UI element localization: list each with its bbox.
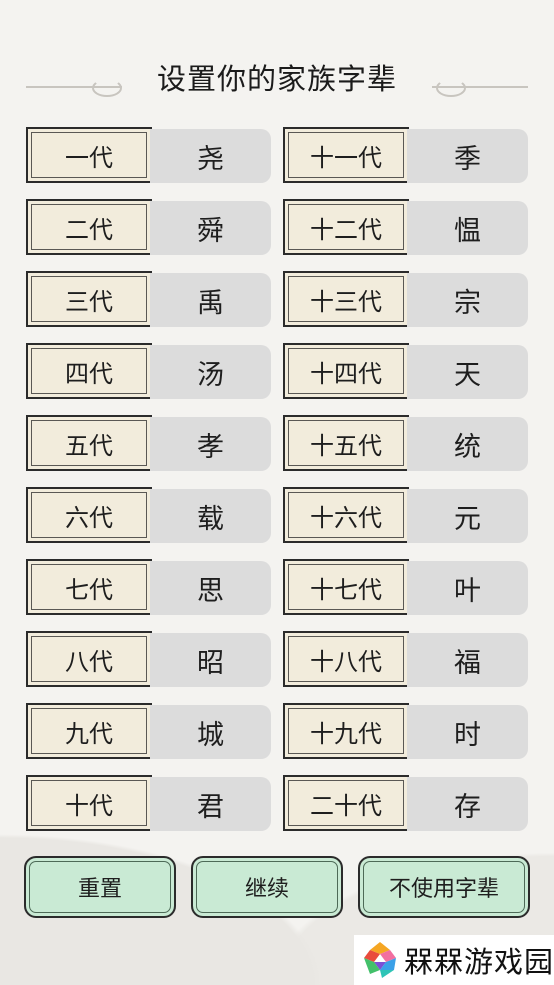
generation-cell: 七代 思 [26, 559, 271, 617]
generation-value-field[interactable]: 禹 [150, 273, 271, 327]
generation-cell: 十三代 宗 [283, 271, 528, 329]
generation-label: 十九代 [283, 703, 409, 759]
generation-cell: 十七代 叶 [283, 559, 528, 617]
generation-cell: 一代 尧 [26, 127, 271, 185]
generation-value-field[interactable]: 愠 [407, 201, 528, 255]
generation-label: 九代 [26, 703, 152, 759]
generation-value-field[interactable]: 福 [407, 633, 528, 687]
generation-cell: 二十代 存 [283, 775, 528, 833]
generation-value-field[interactable]: 舜 [150, 201, 271, 255]
generation-cell: 十四代 天 [283, 343, 528, 401]
generation-cell: 四代 汤 [26, 343, 271, 401]
no-generation-button[interactable]: 不使用字辈 [358, 856, 530, 918]
generation-label: 十七代 [283, 559, 409, 615]
generation-label: 四代 [26, 343, 152, 399]
generation-cell: 十代 君 [26, 775, 271, 833]
generation-value-field[interactable]: 君 [150, 777, 271, 831]
continue-button[interactable]: 继续 [191, 856, 343, 918]
generation-label: 十二代 [283, 199, 409, 255]
generation-label: 十五代 [283, 415, 409, 471]
generation-label: 十一代 [283, 127, 409, 183]
generation-value-field[interactable]: 叶 [407, 561, 528, 615]
generation-label: 十四代 [283, 343, 409, 399]
generation-cell: 八代 昭 [26, 631, 271, 689]
generation-label: 十六代 [283, 487, 409, 543]
generation-value-field[interactable]: 时 [407, 705, 528, 759]
generation-label: 十八代 [283, 631, 409, 687]
generation-value-field[interactable]: 载 [150, 489, 271, 543]
generation-label: 十代 [26, 775, 152, 831]
title-bar: 设置你的家族字辈 [0, 56, 554, 106]
generation-value-field[interactable]: 宗 [407, 273, 528, 327]
generation-label: 一代 [26, 127, 152, 183]
generation-cell: 三代 禹 [26, 271, 271, 329]
generation-value-field[interactable]: 尧 [150, 129, 271, 183]
generation-value-field[interactable]: 统 [407, 417, 528, 471]
generation-cell: 十一代 季 [283, 127, 528, 185]
generation-label: 八代 [26, 631, 152, 687]
watermark: 槑槑游戏园 [354, 935, 554, 985]
generation-value-field[interactable]: 孝 [150, 417, 271, 471]
generation-cell: 二代 舜 [26, 199, 271, 257]
generation-cell: 五代 孝 [26, 415, 271, 473]
generation-label: 七代 [26, 559, 152, 615]
generation-value-field[interactable]: 思 [150, 561, 271, 615]
generation-cell: 十六代 元 [283, 487, 528, 545]
generation-label: 二代 [26, 199, 152, 255]
generation-label: 五代 [26, 415, 152, 471]
generation-cell: 九代 城 [26, 703, 271, 761]
generation-cell: 十九代 时 [283, 703, 528, 761]
generation-value-field[interactable]: 昭 [150, 633, 271, 687]
generation-label: 十三代 [283, 271, 409, 327]
reset-button[interactable]: 重置 [24, 856, 176, 918]
generation-value-field[interactable]: 天 [407, 345, 528, 399]
generation-label: 三代 [26, 271, 152, 327]
generation-value-field[interactable]: 汤 [150, 345, 271, 399]
generation-value-field[interactable]: 存 [407, 777, 528, 831]
generation-label: 六代 [26, 487, 152, 543]
generation-value-field[interactable]: 季 [407, 129, 528, 183]
generation-cell: 十八代 福 [283, 631, 528, 689]
generation-cell: 十五代 统 [283, 415, 528, 473]
page-title: 设置你的家族字辈 [156, 62, 397, 96]
generation-cell: 六代 载 [26, 487, 271, 545]
generation-cell: 十二代 愠 [283, 199, 528, 257]
watermark-text: 槑槑游戏园 [404, 945, 554, 979]
generation-value-field[interactable]: 城 [150, 705, 271, 759]
generation-label: 二十代 [283, 775, 409, 831]
generation-value-field[interactable]: 元 [407, 489, 528, 543]
colorful-s-logo-icon [364, 942, 396, 978]
